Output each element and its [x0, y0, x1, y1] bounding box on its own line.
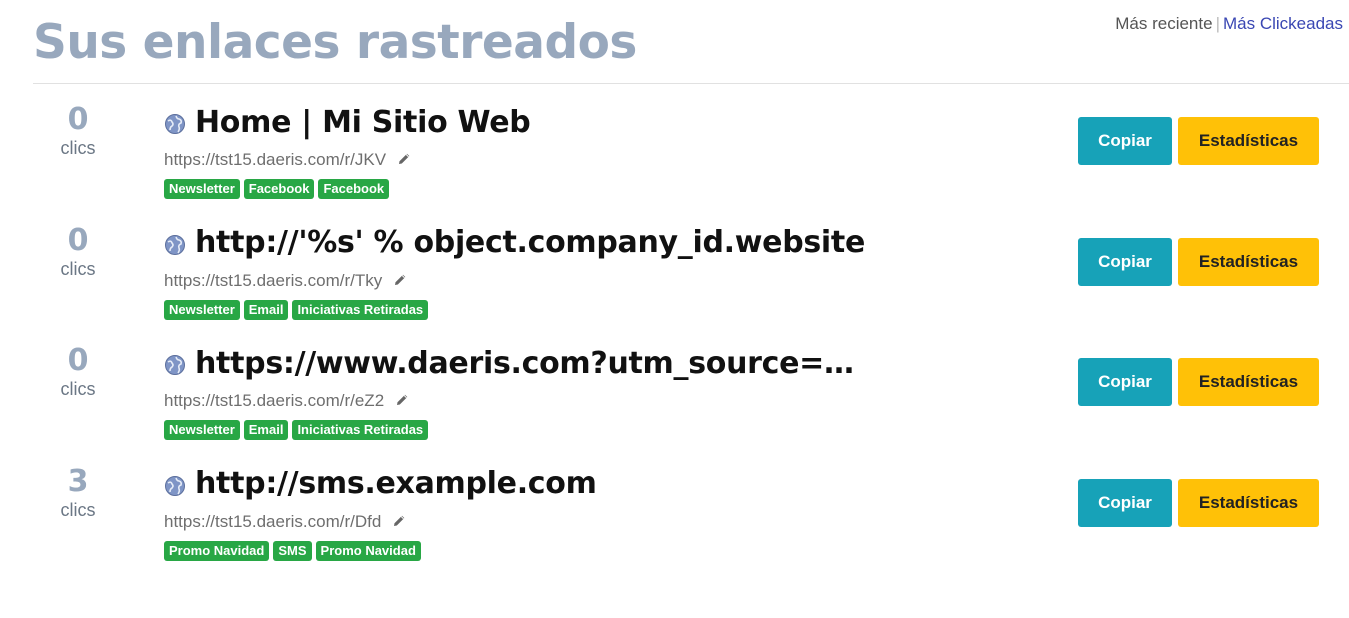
- tag-badge[interactable]: Facebook: [318, 179, 390, 199]
- globe-icon: [165, 475, 185, 496]
- pencil-icon[interactable]: [396, 151, 412, 167]
- click-count-label: clics: [60, 499, 96, 520]
- click-count: 0: [67, 343, 89, 378]
- link-title[interactable]: http://sms.example.com: [195, 466, 597, 501]
- tag-badge[interactable]: Facebook: [243, 179, 315, 199]
- link-title[interactable]: http://'%s' % object.company_id.website: [195, 225, 865, 260]
- row-actions: Copiar Estadísticas: [1078, 478, 1319, 527]
- statistics-button[interactable]: Estadísticas: [1178, 237, 1319, 286]
- tracked-link-row: 0 clics Home | Mi Sitio Web https://tst1…: [0, 96, 1349, 217]
- tag-list: Newsletter Email Iniciativas Retiradas: [164, 420, 1044, 440]
- sort-recent-link[interactable]: Más reciente: [1115, 14, 1212, 33]
- copy-button[interactable]: Copiar: [1078, 237, 1172, 286]
- tag-badge[interactable]: SMS: [273, 540, 312, 561]
- click-counter: 0 clics: [28, 221, 128, 281]
- sort-links: Más reciente | Más Clickeadas: [1115, 12, 1343, 36]
- click-count: 0: [67, 222, 89, 258]
- globe-icon: [165, 355, 185, 375]
- click-count: 3: [67, 463, 89, 499]
- copy-button[interactable]: Copiar: [1078, 358, 1172, 406]
- globe-icon: [165, 114, 185, 134]
- pencil-icon[interactable]: [391, 513, 407, 529]
- row-actions: Copiar Estadísticas: [1078, 117, 1319, 165]
- statistics-button[interactable]: Estadísticas: [1178, 117, 1319, 165]
- tracked-link-row: 0 clics https://www.daeris.com?utm_sourc…: [0, 337, 1349, 458]
- pencil-icon[interactable]: [394, 392, 410, 408]
- globe-icon: [165, 234, 185, 255]
- tag-badge[interactable]: Promo Navidad: [315, 540, 421, 561]
- tag-badge[interactable]: Iniciativas Retiradas: [292, 299, 429, 320]
- row-actions: Copiar Estadísticas: [1078, 358, 1319, 406]
- tag-badge[interactable]: Email: [243, 299, 289, 320]
- link-title[interactable]: Home | Mi Sitio Web: [195, 105, 530, 140]
- click-count-label: clics: [60, 258, 96, 279]
- tag-list: Newsletter Email Iniciativas Retiradas: [164, 299, 1044, 320]
- copy-button[interactable]: Copiar: [1078, 117, 1172, 165]
- link-info: http://sms.example.com https://tst15.dae…: [164, 464, 1044, 561]
- tag-badge[interactable]: Promo Navidad: [164, 540, 270, 561]
- page-title: Sus enlaces rastreados: [33, 15, 637, 70]
- tracked-link-row: 0 clics http://'%s' % object.company_id.…: [0, 217, 1349, 338]
- sort-most-clicked-link[interactable]: Más Clickeadas: [1223, 14, 1343, 33]
- short-url: https://tst15.daeris.com/r/eZ2: [164, 391, 385, 410]
- tracked-link-row: 3 clics http://sms.example.com https://t…: [0, 458, 1349, 579]
- link-info: https://www.daeris.com?utm_source=db... …: [164, 343, 1044, 440]
- pencil-icon[interactable]: [392, 272, 408, 288]
- statistics-button[interactable]: Estadísticas: [1178, 358, 1319, 406]
- click-count-label: clics: [60, 379, 96, 399]
- click-count: 0: [67, 102, 89, 137]
- tag-list: Promo Navidad SMS Promo Navidad: [164, 540, 1044, 561]
- short-url: https://tst15.daeris.com/r/Tky: [164, 270, 383, 290]
- header-divider: [33, 83, 1349, 84]
- tag-list: Newsletter Facebook Facebook: [164, 179, 1044, 199]
- short-url: https://tst15.daeris.com/r/Dfd: [164, 511, 382, 531]
- click-counter: 3 clics: [28, 462, 128, 522]
- copy-button[interactable]: Copiar: [1078, 478, 1172, 527]
- click-counter: 0 clics: [28, 341, 128, 401]
- link-title[interactable]: https://www.daeris.com?utm_source=db...: [195, 346, 875, 381]
- link-info: http://'%s' % object.company_id.website …: [164, 223, 1044, 320]
- click-count-label: clics: [60, 138, 96, 158]
- sort-separator: |: [1215, 14, 1220, 33]
- tag-badge[interactable]: Newsletter: [164, 179, 240, 199]
- click-counter: 0 clics: [28, 100, 128, 160]
- tag-badge[interactable]: Newsletter: [164, 299, 240, 320]
- short-url: https://tst15.daeris.com/r/JKV: [164, 150, 387, 169]
- tracked-links-list: 0 clics Home | Mi Sitio Web https://tst1…: [0, 96, 1349, 578]
- row-actions: Copiar Estadísticas: [1078, 237, 1319, 286]
- tag-badge[interactable]: Email: [243, 420, 289, 440]
- tag-badge[interactable]: Newsletter: [164, 420, 240, 440]
- statistics-button[interactable]: Estadísticas: [1178, 478, 1319, 527]
- link-info: Home | Mi Sitio Web https://tst15.daeris…: [164, 102, 1044, 199]
- tag-badge[interactable]: Iniciativas Retiradas: [292, 420, 429, 440]
